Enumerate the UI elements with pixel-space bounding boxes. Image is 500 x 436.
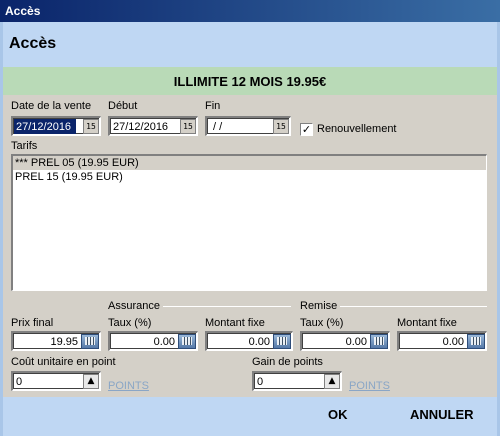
- window-title: Accès: [5, 4, 41, 18]
- date-debut-field[interactable]: 15: [108, 116, 198, 136]
- calendar-icon[interactable]: 15: [83, 119, 99, 134]
- prix-final-input[interactable]: [14, 334, 80, 349]
- remise-montant-label: Montant fixe: [397, 317, 457, 329]
- date-vente-field[interactable]: 15: [11, 116, 101, 136]
- list-item[interactable]: PREL 15 (19.95 EUR): [13, 170, 486, 184]
- spinner-icon[interactable]: ▲: [324, 374, 340, 389]
- calendar-icon[interactable]: 15: [180, 119, 196, 134]
- assurance-taux-label: Taux (%): [108, 317, 152, 329]
- gain-points-label: Gain de points: [252, 356, 323, 368]
- product-banner: ILLIMITE 12 MOIS 19.95€: [3, 67, 497, 95]
- renouvellement-checkbox[interactable]: ✓: [300, 123, 313, 136]
- window-titlebar: Accès: [0, 0, 500, 22]
- calculator-icon[interactable]: [273, 334, 291, 349]
- tarifs-label: Tarifs: [11, 140, 38, 152]
- remise-taux-field[interactable]: [300, 331, 390, 351]
- dialog-header: Accès: [3, 22, 497, 67]
- calendar-icon[interactable]: 15: [273, 119, 289, 134]
- prix-final-field[interactable]: [11, 331, 101, 351]
- tarifs-listbox[interactable]: *** PREL 05 (19.95 EUR) PREL 15 (19.95 E…: [11, 154, 487, 291]
- cout-unitaire-label: Coût unitaire en point: [11, 356, 116, 368]
- remise-montant-input[interactable]: [400, 334, 466, 349]
- date-fin-field[interactable]: 15: [205, 116, 291, 136]
- cout-unitaire-input[interactable]: [14, 374, 82, 389]
- date-debut-input[interactable]: [111, 119, 179, 134]
- remise-group-label: Remise: [300, 300, 338, 312]
- assurance-divider: [163, 306, 291, 307]
- cancel-button[interactable]: ANNULER: [410, 407, 474, 422]
- gain-points-input[interactable]: [255, 374, 323, 389]
- remise-montant-field[interactable]: [397, 331, 487, 351]
- cout-unitaire-field[interactable]: ▲: [11, 371, 101, 391]
- remise-taux-input[interactable]: [303, 334, 369, 349]
- date-vente-label: Date de la vente: [11, 100, 92, 112]
- calculator-icon[interactable]: [81, 334, 99, 349]
- gain-points-link[interactable]: POINTS: [349, 380, 390, 392]
- assurance-taux-input[interactable]: [111, 334, 177, 349]
- remise-divider: [340, 306, 487, 307]
- calculator-icon[interactable]: [370, 334, 388, 349]
- assurance-montant-input[interactable]: [208, 334, 272, 349]
- dialog-title: Accès: [9, 35, 57, 52]
- calculator-icon[interactable]: [467, 334, 485, 349]
- assurance-montant-field[interactable]: [205, 331, 293, 351]
- gain-points-field[interactable]: ▲: [252, 371, 342, 391]
- cout-points-link[interactable]: POINTS: [108, 380, 149, 392]
- ok-button[interactable]: OK: [328, 407, 348, 422]
- dialog-window: Accès ILLIMITE 12 MOIS 19.95€ Date de la…: [0, 22, 500, 436]
- spinner-icon[interactable]: ▲: [83, 374, 99, 389]
- date-fin-label: Fin: [205, 100, 221, 112]
- date-fin-input[interactable]: [208, 119, 272, 134]
- assurance-taux-field[interactable]: [108, 331, 198, 351]
- renouvellement-label: Renouvellement: [317, 123, 397, 135]
- calculator-icon[interactable]: [178, 334, 196, 349]
- dialog-footer: OK ANNULER: [3, 397, 497, 436]
- prix-final-label: Prix final: [11, 317, 54, 329]
- assurance-montant-label: Montant fixe: [205, 317, 265, 329]
- list-item[interactable]: *** PREL 05 (19.95 EUR): [13, 156, 486, 170]
- remise-taux-label: Taux (%): [300, 317, 344, 329]
- date-vente-input[interactable]: [14, 119, 76, 134]
- assurance-group-label: Assurance: [108, 300, 160, 312]
- date-debut-label: Début: [108, 100, 138, 112]
